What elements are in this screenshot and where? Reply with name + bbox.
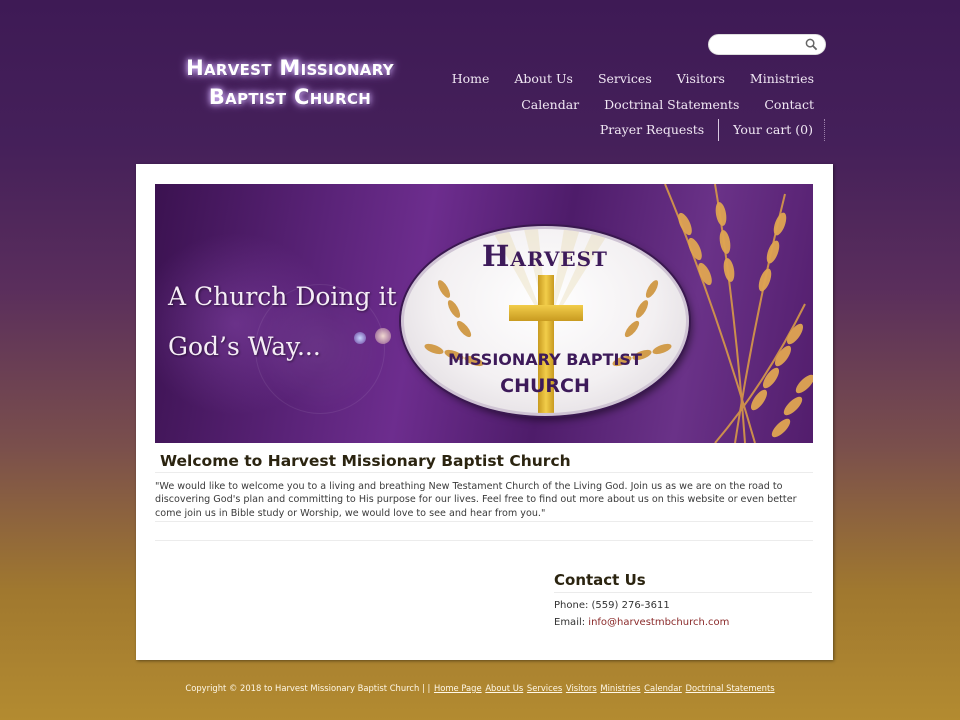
seal-line-1: MISSIONARY BAPTIST bbox=[448, 350, 642, 369]
nav-home[interactable]: Home bbox=[452, 71, 490, 86]
footer-link-services[interactable]: Services bbox=[527, 683, 562, 693]
nav-prayer-requests[interactable]: Prayer Requests bbox=[600, 122, 704, 137]
content-panel: A Church Doing it God’s Way... Harvest M… bbox=[136, 164, 833, 660]
nav-row-1: Home About Us Services Visitors Ministri… bbox=[434, 66, 814, 92]
banner-tagline: A Church Doing it God’s Way... bbox=[168, 272, 397, 372]
cart-divider bbox=[823, 118, 825, 141]
email-link[interactable]: info@harvestmbchurch.com bbox=[588, 617, 729, 628]
welcome-heading: Welcome to Harvest Missionary Baptist Ch… bbox=[160, 452, 571, 470]
logo-line-2: Baptist Church bbox=[208, 85, 372, 109]
hero-banner: A Church Doing it God’s Way... Harvest M… bbox=[155, 184, 813, 443]
search-input[interactable] bbox=[717, 37, 807, 56]
welcome-text: "We would like to welcome you to a livin… bbox=[155, 481, 797, 519]
tagline-line-1: A Church Doing it bbox=[168, 282, 397, 311]
seal-line-2: CHURCH bbox=[500, 375, 590, 397]
search-box bbox=[708, 34, 826, 56]
footer-link-calendar[interactable]: Calendar bbox=[644, 683, 682, 693]
footer-link-visitors[interactable]: Visitors bbox=[566, 683, 597, 693]
main-nav: Home About Us Services Visitors Ministri… bbox=[434, 66, 825, 143]
footer-link-home[interactable]: Home Page bbox=[434, 683, 482, 693]
nav-doctrinal-statements[interactable]: Doctrinal Statements bbox=[604, 97, 739, 112]
footer-link-ministries[interactable]: Ministries bbox=[600, 683, 640, 693]
contact-email: Email: info@harvestmbchurch.com bbox=[554, 617, 729, 628]
search-icon[interactable] bbox=[805, 38, 818, 51]
nav-services[interactable]: Services bbox=[598, 71, 652, 86]
cross-bar bbox=[509, 305, 583, 321]
divider bbox=[155, 521, 813, 522]
nav-about-us[interactable]: About Us bbox=[514, 71, 573, 86]
divider bbox=[155, 540, 813, 541]
footer: Copyright © 2018 to Harvest Missionary B… bbox=[0, 683, 960, 693]
phone-label: Phone: bbox=[554, 600, 592, 611]
nav-ministries[interactable]: Ministries bbox=[750, 71, 814, 86]
tagline-line-2: God’s Way... bbox=[168, 332, 321, 361]
logo-line-1: Harvest Missionary bbox=[186, 56, 394, 80]
contact-heading: Contact Us bbox=[554, 571, 646, 589]
copyright-text: Copyright © 2018 to Harvest Missionary B… bbox=[185, 683, 433, 693]
nav-row-3: Prayer Requests Your cart (0) bbox=[434, 117, 825, 143]
seal-subtitle: MISSIONARY BAPTIST CHURCH bbox=[404, 347, 686, 399]
nav-calendar[interactable]: Calendar bbox=[521, 97, 579, 112]
contact-divider bbox=[554, 592, 812, 593]
phone-number: (559) 276-3611 bbox=[591, 600, 670, 611]
email-label: Email: bbox=[554, 617, 589, 628]
site-logo[interactable]: Harvest Missionary Baptist Church bbox=[150, 54, 430, 112]
footer-link-about-us[interactable]: About Us bbox=[485, 683, 523, 693]
contact-phone: Phone: (559) 276-3611 bbox=[554, 600, 670, 611]
cart-link[interactable]: Your cart (0) bbox=[733, 122, 813, 137]
seal-title: Harvest bbox=[482, 239, 608, 273]
nav-visitors[interactable]: Visitors bbox=[677, 71, 725, 86]
church-seal: Harvest MISSIONARY BAPTIST CHURCH bbox=[401, 226, 689, 416]
divider bbox=[155, 472, 813, 473]
nav-contact[interactable]: Contact bbox=[764, 97, 814, 112]
nav-divider bbox=[718, 118, 720, 141]
nav-row-2: Calendar Doctrinal Statements Contact bbox=[434, 92, 814, 118]
footer-link-doctrinal-statements[interactable]: Doctrinal Statements bbox=[686, 683, 775, 693]
